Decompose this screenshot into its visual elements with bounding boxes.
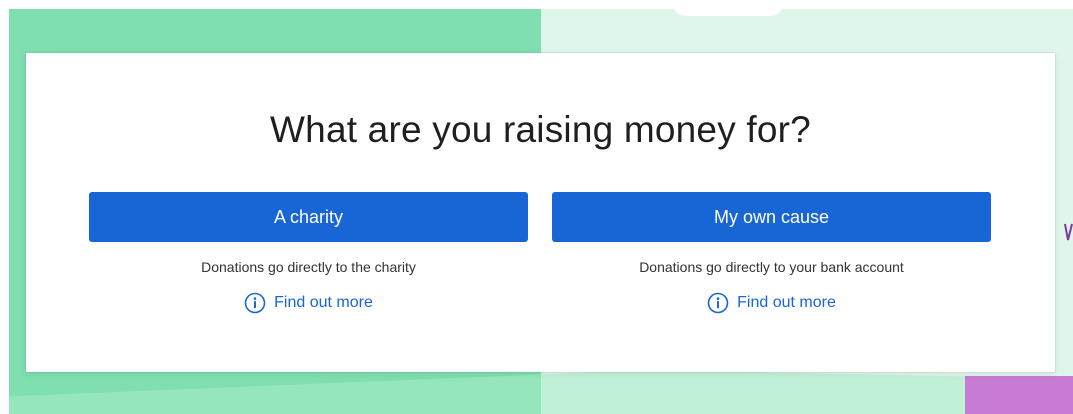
background-notch [672,0,784,16]
own-cause-button[interactable]: My own cause [552,192,991,242]
info-icon [244,292,266,314]
own-cause-find-out-more-link[interactable]: Find out more [552,292,991,314]
fundraiser-type-card: What are you raising money for? A charit… [26,53,1055,372]
page-title: What are you raising money for? [270,109,811,150]
background-purple-shape [965,376,1073,414]
charity-description: Donations go directly to the charity [201,259,416,275]
background-fragment-shape [1064,223,1073,241]
background-fragment [1064,222,1073,242]
info-icon [707,292,729,314]
charity-find-out-more-label: Find out more [274,294,373,311]
own-cause-find-out-more-label: Find out more [737,294,836,311]
option-own-cause: My own cause Donations go directly to yo… [552,192,991,332]
charity-find-out-more-link[interactable]: Find out more [89,292,528,314]
option-charity: A charity Donations go directly to the c… [89,192,528,332]
charity-button[interactable]: A charity [89,192,528,242]
own-cause-description: Donations go directly to your bank accou… [639,259,904,275]
